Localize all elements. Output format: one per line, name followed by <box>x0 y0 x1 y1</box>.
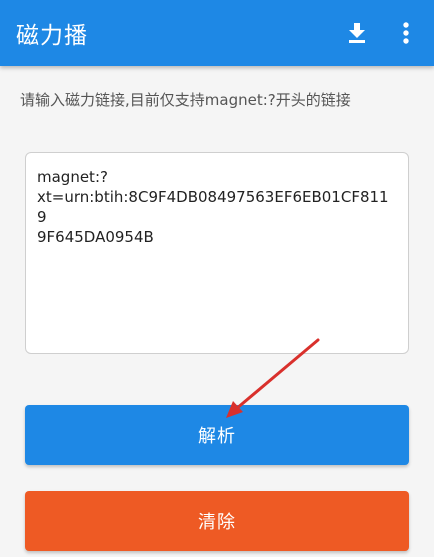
download-button[interactable] <box>340 14 374 52</box>
more-vert-icon <box>403 22 409 44</box>
clear-button[interactable]: 清除 <box>25 491 409 551</box>
parse-button[interactable]: 解析 <box>25 405 409 465</box>
app-window: 磁力播 请输入磁力链接,目前仅支持magnet:?开头的链接 magnet:? … <box>0 0 434 557</box>
more-options-button[interactable] <box>391 14 421 52</box>
clear-button-label: 清除 <box>198 512 236 533</box>
app-bar: 磁力播 <box>0 0 434 66</box>
parse-button-label: 解析 <box>198 426 236 447</box>
app-title: 磁力播 <box>16 23 88 49</box>
instruction-text: 请输入磁力链接,目前仅支持magnet:?开头的链接 <box>20 91 351 109</box>
magnet-link-input[interactable]: magnet:? xt=urn:btih:8C9F4DB08497563EF6E… <box>25 152 409 354</box>
download-icon <box>349 23 365 43</box>
